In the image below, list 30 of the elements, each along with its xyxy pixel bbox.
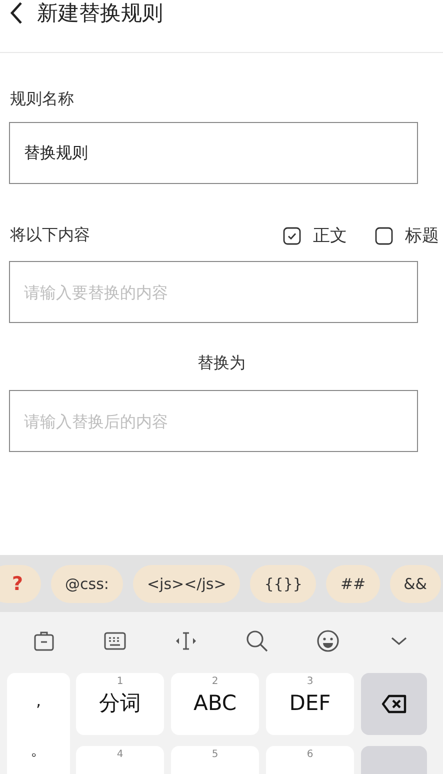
snippet-chip[interactable]: ## <box>326 564 380 602</box>
help-chip[interactable]: ? <box>0 564 42 602</box>
field-label: 将以下内容 <box>10 225 90 246</box>
letter-key[interactable]: 6 <box>266 746 354 774</box>
punctuation-key[interactable]: , 。 <box>7 673 70 774</box>
find-content-field[interactable]: 请输入要替换的内容 <box>9 261 418 323</box>
letter-key[interactable]: 4 <box>76 746 164 774</box>
rule-name-field[interactable]: 替换规则 <box>9 122 418 184</box>
snippet-chip[interactable]: && <box>390 564 441 602</box>
checkbox-option[interactable]: 标题 <box>375 224 439 247</box>
field-label: 替换为 <box>196 353 246 374</box>
search-icon[interactable] <box>245 629 270 653</box>
replace-content-field[interactable]: 请输入替换后的内容 <box>9 390 418 452</box>
letter-key[interactable]: 1 分词 <box>76 673 164 735</box>
letter-key[interactable]: 2 ABC <box>171 673 259 735</box>
page-title: 新建替换规则 <box>37 0 163 26</box>
punctuation-mark[interactable]: , <box>36 691 42 710</box>
snippet-chip[interactable]: {{}} <box>250 564 316 602</box>
backspace-key[interactable] <box>361 673 427 735</box>
clipboard-icon[interactable] <box>32 629 56 653</box>
back-icon[interactable] <box>9 1 23 25</box>
letter-key[interactable]: 3 DEF <box>266 673 354 735</box>
punctuation-mark[interactable]: 。 <box>30 740 46 761</box>
snippet-chip[interactable]: @css: <box>51 564 123 602</box>
letter-key[interactable]: 5 <box>171 746 259 774</box>
snippet-chip[interactable]: <js></js> <box>132 564 240 602</box>
checkbox-option[interactable]: 正文 <box>283 224 347 247</box>
emoji-icon[interactable] <box>316 629 340 653</box>
backspace-icon <box>381 694 407 714</box>
field-label: 规则名称 <box>10 89 75 110</box>
